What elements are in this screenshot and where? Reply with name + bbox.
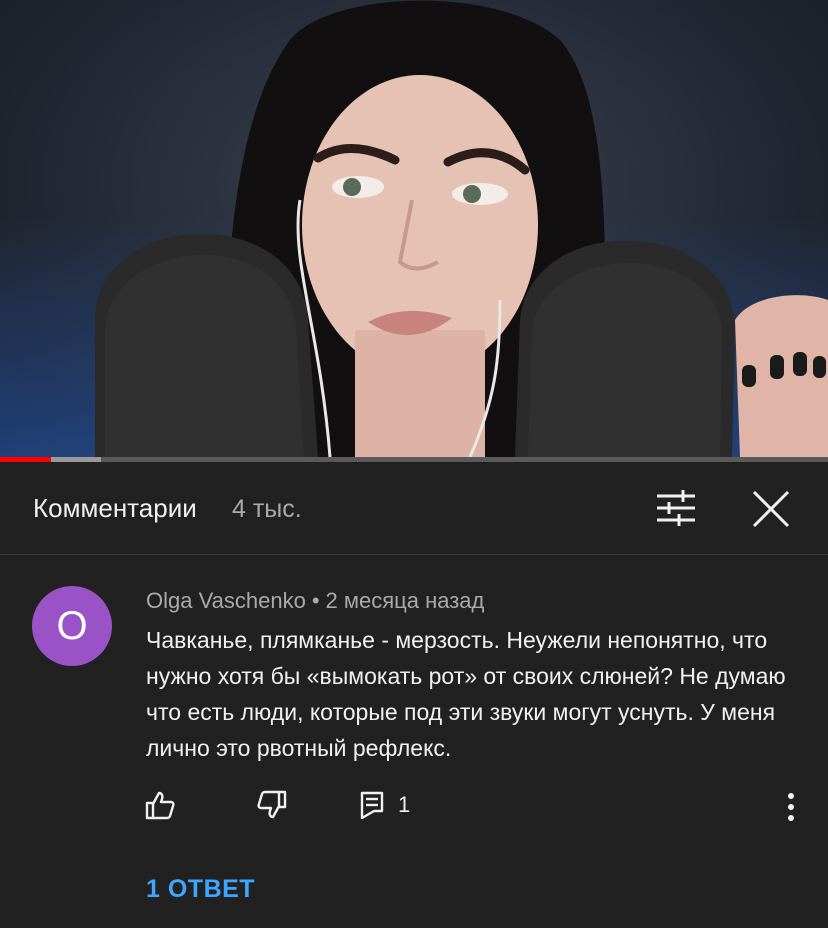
video-frame: [95, 0, 828, 457]
reply-count: 1: [398, 792, 411, 817]
comment-meta: Olga Vaschenko • 2 месяца назад: [146, 588, 484, 614]
comment-icon: [360, 791, 384, 819]
like-button[interactable]: [145, 785, 175, 825]
comments-title: Комментарии: [33, 493, 197, 523]
more-options-icon[interactable]: [780, 792, 802, 822]
avatar[interactable]: O: [32, 586, 112, 666]
comments-count: 4 тыс.: [232, 495, 302, 523]
video-player[interactable]: [0, 0, 828, 457]
sliders-icon[interactable]: [655, 490, 697, 526]
view-replies-link[interactable]: 1 ОТВЕТ: [146, 875, 255, 904]
thumbs-up-icon: [145, 791, 175, 820]
reply-button[interactable]: 1: [360, 785, 410, 825]
comment-time: 2 месяца назад: [325, 588, 485, 613]
comment-actions: 1: [0, 785, 828, 829]
dislike-button[interactable]: [257, 785, 287, 825]
thumbs-down-icon: [257, 790, 287, 819]
comment-author[interactable]: Olga Vaschenko: [146, 588, 306, 613]
comments-header: Комментарии 4 тыс.: [0, 462, 828, 555]
meta-separator: •: [311, 588, 320, 613]
comment-text: Чавканье, плямканье - мерзость. Неужели …: [146, 627, 786, 761]
close-icon[interactable]: [752, 490, 790, 528]
